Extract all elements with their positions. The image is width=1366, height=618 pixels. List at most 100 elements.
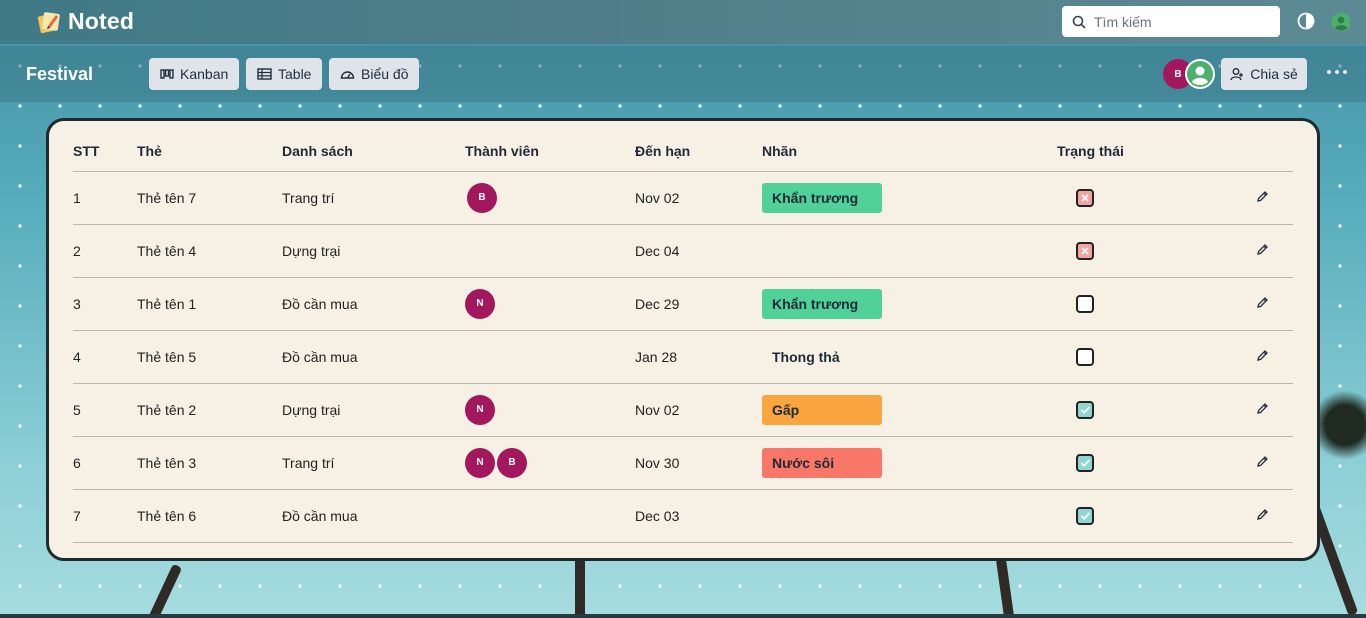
row-status [1057, 330, 1202, 384]
pencil-icon[interactable] [1256, 296, 1270, 310]
status-failed-checkbox[interactable] [1076, 241, 1094, 260]
pencil-icon[interactable] [1256, 455, 1270, 469]
pencil-icon[interactable] [1256, 508, 1270, 522]
member-avatars: N [465, 394, 635, 425]
share-label: Chia sẻ [1250, 66, 1298, 82]
row-card-name[interactable]: Thẻ tên 7 [137, 171, 282, 225]
row-card-name[interactable]: Thẻ tên 2 [137, 383, 282, 437]
status-checkbox[interactable] [1076, 347, 1094, 366]
table-row[interactable]: 6 Thẻ tên 3 Trang trí N B Nov 30 Nước sôi [73, 436, 1293, 490]
background-palm [575, 558, 585, 618]
user-avatar-icon[interactable] [1185, 59, 1215, 89]
row-list-name: Đồ cần mua [282, 277, 465, 331]
column-header-edit [1202, 131, 1293, 172]
row-card-name[interactable]: Thẻ tên 4 [137, 224, 282, 278]
status-checkbox[interactable] [1076, 294, 1094, 313]
label-badge[interactable]: Gấp [762, 394, 882, 425]
more-options-icon[interactable] [1327, 70, 1347, 74]
search-icon [1072, 15, 1086, 29]
pencil-icon[interactable] [1256, 243, 1270, 257]
row-stt: 7 [73, 489, 137, 543]
row-label [762, 224, 1057, 278]
view-label: Table [278, 66, 312, 82]
column-header-card[interactable]: Thẻ [137, 131, 282, 172]
check-icon [1080, 458, 1090, 467]
status-done-checkbox[interactable] [1076, 506, 1094, 525]
pencil-icon[interactable] [1256, 349, 1270, 363]
row-status [1057, 489, 1202, 543]
table-row[interactable]: 7 Thẻ tên 6 Đồ cần mua Dec 03 [73, 489, 1293, 543]
row-card-name[interactable]: Thẻ tên 6 [137, 489, 282, 543]
row-due-date: Dec 03 [635, 489, 762, 543]
row-status [1057, 277, 1202, 331]
row-edit [1202, 489, 1293, 543]
check-icon [1080, 511, 1090, 520]
board-header: Festival Kanban Table Biểu đồ B Chia sẻ [0, 46, 1366, 102]
app-logo[interactable]: Noted [36, 8, 134, 35]
row-members: B [465, 171, 635, 225]
row-label: Khẩn trương [762, 171, 1057, 225]
row-status [1057, 171, 1202, 225]
row-label: Khẩn trương [762, 277, 1057, 331]
table-header-row: STT Thẻ Danh sách Thành viên Đến hạn Nhã… [73, 131, 1293, 172]
search-input[interactable] [1094, 13, 1264, 30]
label-badge[interactable]: Nước sôi [762, 447, 882, 478]
status-failed-checkbox[interactable] [1076, 188, 1094, 207]
avatar[interactable]: B [497, 447, 527, 478]
user-account-icon[interactable] [1331, 12, 1351, 32]
table-icon [257, 68, 272, 80]
row-list-name: Trang trí [282, 171, 465, 225]
member-avatars: NB [465, 447, 635, 478]
column-header-status[interactable]: Trạng thái [1057, 131, 1202, 172]
row-members [465, 330, 635, 384]
column-header-due[interactable]: Đến hạn [635, 131, 762, 172]
kanban-icon [160, 69, 174, 79]
avatar[interactable]: B [467, 182, 497, 213]
avatar[interactable]: N [465, 394, 495, 425]
row-stt: 1 [73, 171, 137, 225]
table-panel: STT Thẻ Danh sách Thành viên Đến hạn Nhã… [46, 118, 1320, 561]
view-label: Biểu đồ [361, 66, 409, 82]
table-row[interactable]: 5 Thẻ tên 2 Dựng trại N Nov 02 Gấp [73, 383, 1293, 437]
row-due-date: Nov 02 [635, 171, 762, 225]
row-card-name[interactable]: Thẻ tên 3 [137, 436, 282, 490]
column-header-members[interactable]: Thành viên [465, 131, 635, 172]
view-chart-button[interactable]: Biểu đồ [329, 58, 420, 90]
table-row[interactable]: 1 Thẻ tên 7 Trang trí B Nov 02 Khẩn trương [73, 171, 1293, 225]
theme-toggle-icon[interactable] [1297, 12, 1317, 32]
app-name: Noted [68, 8, 135, 34]
label-badge[interactable]: Thong thả [762, 342, 882, 372]
column-header-stt[interactable]: STT [73, 131, 137, 172]
row-list-name: Đồ cần mua [282, 330, 465, 384]
row-edit [1202, 277, 1293, 331]
view-table-button[interactable]: Table [246, 58, 323, 90]
label-badge[interactable]: Khẩn trương [762, 288, 882, 319]
pencil-icon[interactable] [1256, 190, 1270, 204]
avatar[interactable]: N [465, 288, 495, 319]
avatar[interactable]: N [465, 447, 495, 478]
add-user-icon [1230, 68, 1244, 81]
row-label: Gấp [762, 383, 1057, 437]
row-card-name[interactable]: Thẻ tên 5 [137, 330, 282, 384]
row-status [1057, 383, 1202, 437]
row-label: Thong thả [762, 330, 1057, 384]
share-button[interactable]: Chia sẻ [1221, 58, 1307, 90]
member-avatars: N [465, 288, 635, 319]
search-bar[interactable] [1062, 6, 1280, 37]
status-done-checkbox[interactable] [1076, 400, 1094, 419]
board-title[interactable]: Festival [26, 64, 93, 85]
pencil-icon[interactable] [1256, 402, 1270, 416]
label-badge[interactable]: Khẩn trương [762, 182, 882, 213]
table-row[interactable]: 4 Thẻ tên 5 Đồ cần mua Jan 28 Thong thả [73, 330, 1293, 384]
row-stt: 6 [73, 436, 137, 490]
row-due-date: Nov 02 [635, 383, 762, 437]
row-card-name[interactable]: Thẻ tên 1 [137, 277, 282, 331]
table-row[interactable]: 3 Thẻ tên 1 Đồ cần mua N Dec 29 Khẩn trương [73, 277, 1293, 331]
member-avatars: B [465, 182, 635, 213]
column-header-list[interactable]: Danh sách [282, 131, 465, 172]
status-done-checkbox[interactable] [1076, 453, 1094, 472]
table-row[interactable]: 2 Thẻ tên 4 Dựng trại Dec 04 [73, 224, 1293, 278]
column-header-label[interactable]: Nhãn [762, 131, 1057, 172]
view-kanban-button[interactable]: Kanban [149, 58, 240, 90]
logo-icon [36, 9, 62, 35]
